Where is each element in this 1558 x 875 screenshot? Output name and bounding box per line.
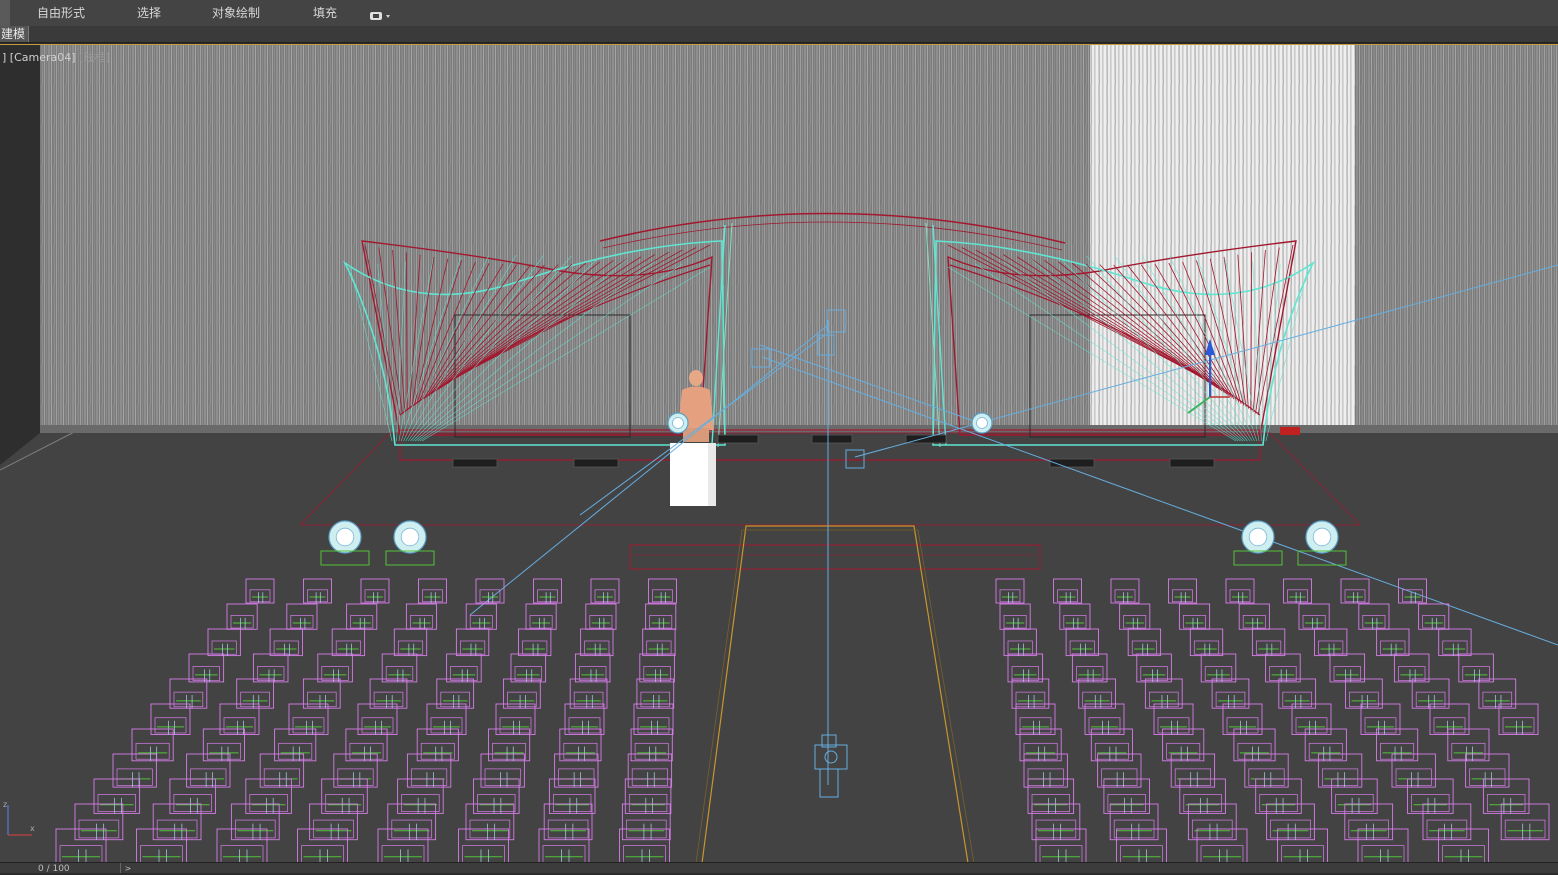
viewport-camera-label[interactable]: [Camera04] xyxy=(10,51,76,64)
toggle-ribbon-icon[interactable] xyxy=(369,7,393,20)
svg-text:x: x xyxy=(30,824,35,833)
curtain-highlight xyxy=(1090,45,1355,433)
modeling-panel-label[interactable]: 建模 xyxy=(0,26,30,42)
tab-object-paint[interactable]: 对象绘制 xyxy=(212,0,260,26)
time-slider-bar[interactable]: 0 / 100 > xyxy=(0,862,1558,874)
viewport-shading-label[interactable]: [线框] xyxy=(79,51,110,64)
viewport-label[interactable]: ] [Camera04] [线框] xyxy=(2,49,110,65)
moving-head-light xyxy=(667,412,689,434)
tab-freeform[interactable]: 自由形式 xyxy=(37,0,85,26)
left-wall xyxy=(0,45,40,465)
ribbon-tab-active-edge[interactable] xyxy=(0,0,10,26)
tab-selection[interactable]: 选择 xyxy=(137,0,161,26)
camera-viewport[interactable]: z x ] [Camera04] [线框] xyxy=(0,44,1558,863)
frame-counter: 0 / 100 xyxy=(38,864,70,874)
ribbon-panel-bar: 建模 xyxy=(0,26,1558,43)
tab-populate[interactable]: 填充 xyxy=(313,0,337,26)
viewport-menu-bracket[interactable]: ] xyxy=(2,51,6,64)
white-podium-side xyxy=(708,443,716,506)
ribbon-tab-bar: 自由形式 选择 对象绘制 填充 xyxy=(0,0,1558,27)
moving-head-light xyxy=(971,412,993,434)
toggle-ribbon-icon-glyph xyxy=(370,12,390,20)
curtain-hem xyxy=(40,425,1558,433)
svg-text:z: z xyxy=(3,800,7,809)
viewport-scene[interactable]: z x xyxy=(0,45,1558,863)
